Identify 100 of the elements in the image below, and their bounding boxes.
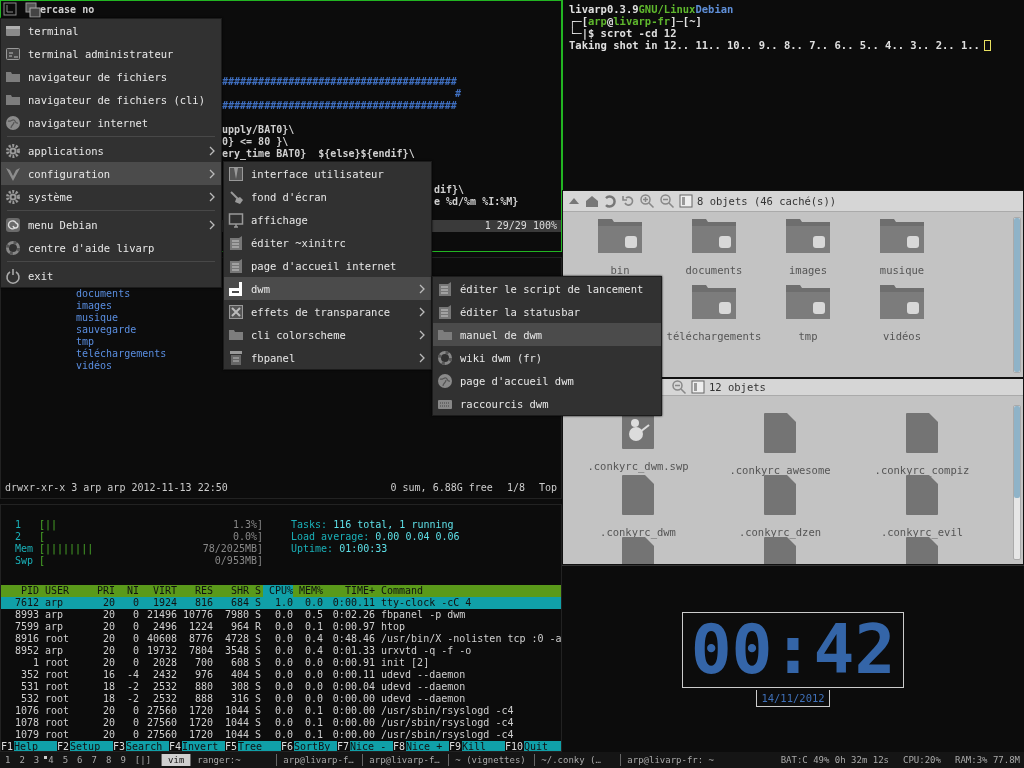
table-cell-text: 0.0 bbox=[273, 645, 293, 657]
process-row[interactable]: 7599 arp 20 0 2496 1224 964 R 0.0 0.1 0:00.97 htop bbox=[1, 621, 561, 633]
menu-item[interactable]: menu Debian bbox=[1, 213, 221, 236]
column-header[interactable]: PRI bbox=[89, 585, 115, 597]
lifebuoy-icon bbox=[5, 239, 21, 256]
menu-item[interactable]: cli colorscheme bbox=[224, 323, 431, 346]
menu-item[interactable]: navigateur internet bbox=[1, 111, 221, 134]
table-cell-text: 0.0 bbox=[303, 597, 323, 609]
file-item[interactable]: vidéos bbox=[855, 284, 949, 346]
tag-button[interactable]: 7 bbox=[86, 754, 101, 766]
menu-item[interactable]: système bbox=[1, 185, 221, 208]
tag-button[interactable]: 2 bbox=[14, 754, 29, 766]
panel-toggle-icon[interactable] bbox=[691, 380, 705, 394]
file-item[interactable]: images bbox=[761, 218, 855, 280]
menu-item[interactable]: éditer la statusbar bbox=[433, 300, 661, 323]
menu-item[interactable]: effets de transparance bbox=[224, 300, 431, 323]
menu-item[interactable]: interface utilisateur bbox=[224, 162, 431, 185]
menu-item[interactable]: manuel de dwm bbox=[433, 323, 661, 346]
window-tab[interactable]: ~/.conky (… bbox=[534, 754, 621, 766]
panel-toggle-icon[interactable] bbox=[679, 194, 693, 208]
tag-button[interactable]: 9 bbox=[115, 754, 130, 766]
process-row[interactable]: 8952 arp 20 0 19732 7804 3548 S 0.0 0.4 0:01.33 urxvtd -q -f -o bbox=[1, 645, 561, 657]
column-header[interactable]: TIME+ bbox=[323, 585, 375, 597]
menu-item[interactable]: terminal bbox=[1, 19, 221, 42]
status-text: BAT:C 49% 0h 32m 12s bbox=[780, 754, 890, 766]
file-item[interactable]: téléchargements bbox=[667, 284, 761, 346]
tag-button[interactable]: 3 bbox=[28, 754, 44, 766]
menu-item[interactable]: affichage bbox=[224, 208, 431, 231]
window-tab[interactable]: arp@livarp-fr: ~ bbox=[620, 754, 721, 766]
windows-icon[interactable] bbox=[25, 2, 41, 18]
zoom-out-icon[interactable] bbox=[659, 193, 675, 209]
column-header[interactable]: SHR bbox=[213, 585, 249, 597]
column-header[interactable]: MEM% bbox=[293, 585, 323, 597]
process-row[interactable]: 1076 root 20 0 27560 1720 1044 S 0.0 0.1 0:00.00 /usr/sbin/rsyslogd -c4 bbox=[1, 705, 561, 717]
menu-item[interactable]: éditer ~xinitrc bbox=[224, 231, 431, 254]
menu-item[interactable]: wiki dwm (fr) bbox=[433, 346, 661, 369]
table-cell-text: S bbox=[254, 681, 263, 693]
menu-item[interactable]: page d'accueil internet bbox=[224, 254, 431, 277]
menu-item[interactable]: exit bbox=[1, 264, 221, 287]
item-count: 8 objets (46 caché(s)) bbox=[697, 195, 837, 207]
file-item[interactable]: .conkyrc_dwm.swp bbox=[567, 412, 709, 474]
clock-date: 14/11/2012 bbox=[756, 689, 830, 707]
folder-icon bbox=[785, 218, 831, 254]
column-header[interactable]: USER bbox=[39, 585, 89, 597]
window-tab[interactable]: ranger:~ bbox=[190, 754, 277, 766]
tag-button[interactable]: 1 bbox=[0, 754, 15, 766]
process-row[interactable]: 1079 root 20 0 27560 1720 1044 S 0.0 0.1 0:00.00 /usr/sbin/rsyslogd -c4 bbox=[1, 729, 561, 741]
zoom-in-icon[interactable] bbox=[639, 193, 655, 209]
window-tab[interactable]: vim bbox=[161, 754, 191, 766]
process-row[interactable]: 8993 arp 20 0 21496 10776 7980 S 0.0 0.5 0:02.26 fbpanel -p dwm bbox=[1, 609, 561, 621]
tag-button[interactable]: 6 bbox=[72, 754, 87, 766]
process-row[interactable]: 1078 root 20 0 27560 1720 1044 S 0.0 0.1 0:00.00 /usr/sbin/rsyslogd -c4 bbox=[1, 717, 561, 729]
menu-item[interactable]: raccourcis dwm bbox=[433, 392, 661, 415]
menu-item[interactable]: dwm bbox=[224, 277, 431, 300]
menu-item[interactable]: centre d'aide livarp bbox=[1, 236, 221, 259]
layout-icon[interactable] bbox=[3, 2, 17, 16]
process-row[interactable]: 8916 root 20 0 40608 8776 4728 S 0.0 0.4 0:48.46 /usr/bin/X -nolisten tcp :0 -a bbox=[1, 633, 561, 645]
table-cell-text: S bbox=[254, 645, 263, 657]
process-row[interactable]: 352 root 16 -4 2432 976 404 S 0.0 0.0 0:00.11 udevd --daemon bbox=[1, 669, 561, 681]
table-cell-text: init [2] bbox=[380, 657, 431, 669]
file-item[interactable]: tmp bbox=[761, 284, 855, 346]
menu-item[interactable]: éditer le script de lancement bbox=[433, 277, 661, 300]
file-item[interactable]: bin bbox=[573, 218, 667, 280]
file-icon bbox=[763, 474, 797, 516]
file-item[interactable]: .conkyrc_awesome bbox=[709, 412, 851, 474]
table-cell-text: 976 bbox=[193, 669, 213, 681]
column-header[interactable]: CPU% bbox=[263, 585, 293, 597]
home-icon[interactable] bbox=[585, 194, 599, 208]
menu-item[interactable]: fbpanel bbox=[224, 346, 431, 369]
menu-item[interactable]: fond d'écran bbox=[224, 185, 431, 208]
column-header[interactable]: NI bbox=[115, 585, 139, 597]
process-row[interactable]: 1 root 20 0 2028 700 608 S 0.0 0.0 0:00.91 init [2] bbox=[1, 657, 561, 669]
menu-item[interactable]: configuration bbox=[1, 162, 221, 185]
code-line: dif}\ bbox=[434, 184, 465, 195]
menu-item[interactable]: navigateur de fichiers (cli) bbox=[1, 88, 221, 111]
refresh-icon[interactable] bbox=[603, 194, 617, 208]
file-item[interactable]: musique bbox=[855, 218, 949, 280]
undo-icon[interactable] bbox=[621, 194, 635, 208]
column-header[interactable]: Command bbox=[375, 585, 561, 597]
tag-button[interactable]: 8 bbox=[100, 754, 116, 766]
scrollbar[interactable] bbox=[1013, 217, 1021, 373]
column-header[interactable]: RES bbox=[177, 585, 213, 597]
column-header[interactable]: S bbox=[249, 585, 263, 597]
file-item[interactable]: documents bbox=[667, 218, 761, 280]
window-tab[interactable]: ~ (vignettes) bbox=[448, 754, 535, 766]
process-row[interactable]: 531 root 18 -2 2532 880 308 S 0.0 0.0 0:00.04 udevd --daemon bbox=[1, 681, 561, 693]
process-row[interactable]: 532 root 18 -2 2532 888 316 S 0.0 0.0 0:00.00 udevd --daemon bbox=[1, 693, 561, 705]
scrollbar[interactable] bbox=[1013, 405, 1021, 560]
column-header[interactable]: PID bbox=[5, 585, 39, 597]
menu-item[interactable]: page d'accueil dwm bbox=[433, 369, 661, 392]
zoom-out-icon[interactable] bbox=[671, 379, 687, 395]
menu-item[interactable]: terminal administrateur bbox=[1, 42, 221, 65]
window-tab[interactable]: arp@livarp-f… bbox=[276, 754, 363, 766]
layout-symbol[interactable]: [|] bbox=[129, 754, 156, 766]
tag-button[interactable]: 5 bbox=[57, 754, 73, 766]
menu-item[interactable]: navigateur de fichiers bbox=[1, 65, 221, 88]
process-row[interactable]: 7612 arp 20 0 1924 816 684 S 1.0 0.0 0:00.11 tty-clock -cC 4 bbox=[1, 597, 561, 609]
menu-item[interactable]: applications bbox=[1, 139, 221, 162]
window-tab[interactable]: arp@livarp-f… bbox=[362, 754, 449, 766]
column-header[interactable]: VIRT bbox=[139, 585, 177, 597]
